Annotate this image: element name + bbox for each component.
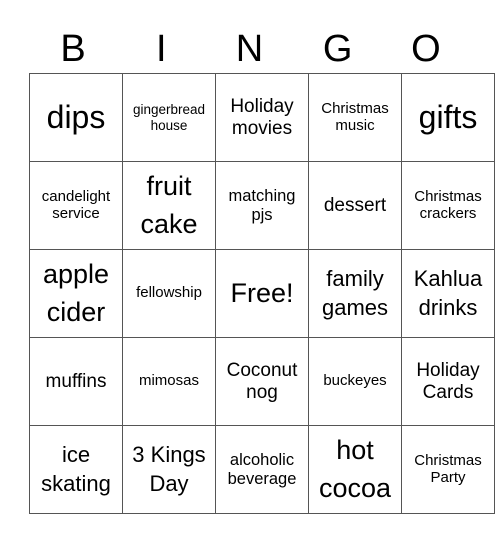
bingo-cell[interactable]: dessert <box>308 161 402 250</box>
header-letter-g: G <box>322 28 353 70</box>
header-letter-o: O <box>411 28 441 70</box>
bingo-cell[interactable]: gingerbread house <box>122 73 216 162</box>
bingo-cell[interactable]: Christmas Party <box>401 425 495 514</box>
bingo-cell[interactable]: alcoholic beverage <box>215 425 309 514</box>
bingo-cell[interactable]: muffins <box>29 337 123 426</box>
header-letter-i: I <box>156 28 167 70</box>
bingo-cell[interactable]: candelight service <box>29 161 123 250</box>
grid-row: muffins mimosas Coconut nog buckeyes Hol… <box>29 337 495 426</box>
grid-row: ice skating 3 Kings Day alcoholic bevera… <box>29 425 495 514</box>
bingo-cell[interactable]: hot cocoa <box>308 425 402 514</box>
bingo-card-grid: dips gingerbread house Holiday movies Ch… <box>29 73 495 514</box>
grid-row: apple cider fellowship Free! family game… <box>29 249 495 338</box>
free-space-cell[interactable]: Free! <box>215 249 309 338</box>
bingo-header: B I N G O <box>29 26 470 72</box>
bingo-cell[interactable]: fruit cake <box>122 161 216 250</box>
bingo-cell[interactable]: Christmas crackers <box>401 161 495 250</box>
bingo-cell[interactable]: family games <box>308 249 402 338</box>
bingo-cell[interactable]: ice skating <box>29 425 123 514</box>
bingo-cell[interactable]: buckeyes <box>308 337 402 426</box>
bingo-cell[interactable]: Holiday movies <box>215 73 309 162</box>
bingo-cell[interactable]: apple cider <box>29 249 123 338</box>
grid-row: candelight service fruit cake matching p… <box>29 161 495 250</box>
bingo-cell[interactable]: Kahlua drinks <box>401 249 495 338</box>
bingo-cell[interactable]: Christmas music <box>308 73 402 162</box>
bingo-cell[interactable]: fellowship <box>122 249 216 338</box>
bingo-cell[interactable]: mimosas <box>122 337 216 426</box>
header-letter-b: B <box>60 28 86 70</box>
grid-row: dips gingerbread house Holiday movies Ch… <box>29 73 495 162</box>
bingo-cell[interactable]: Coconut nog <box>215 337 309 426</box>
bingo-cell[interactable]: 3 Kings Day <box>122 425 216 514</box>
bingo-cell[interactable]: matching pjs <box>215 161 309 250</box>
header-letter-n: N <box>235 28 264 70</box>
bingo-cell[interactable]: gifts <box>401 73 495 162</box>
bingo-cell[interactable]: Holiday Cards <box>401 337 495 426</box>
bingo-cell[interactable]: dips <box>29 73 123 162</box>
